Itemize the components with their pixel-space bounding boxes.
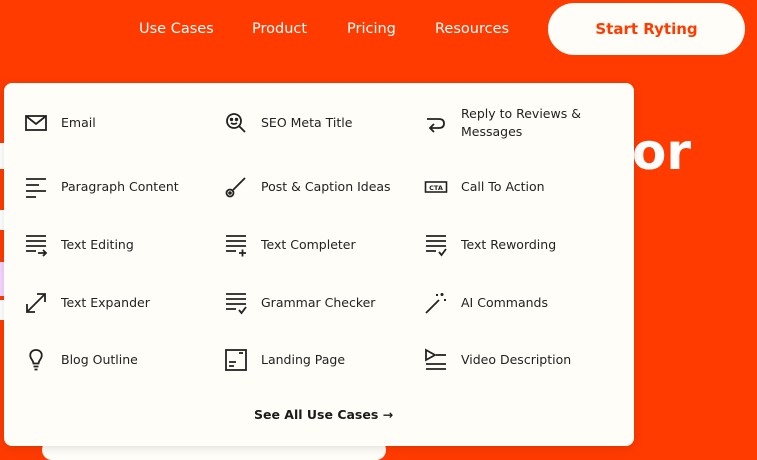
use-case-label: Grammar Checker	[261, 295, 376, 310]
sparkle-wand-icon	[424, 291, 448, 315]
nav-link-pricing[interactable]: Pricing	[347, 20, 396, 38]
use-case-label: Call To Action	[461, 179, 545, 194]
lightbulb-icon	[24, 348, 48, 372]
text-rewording-icon	[424, 233, 448, 257]
use-case-blog-outline[interactable]: Blog Outline	[24, 348, 138, 372]
paragraph-icon	[24, 175, 48, 199]
use-case-label: Video Description	[461, 352, 572, 367]
use-case-text-editing[interactable]: Text Editing	[24, 233, 134, 257]
use-case-video-description[interactable]: Video Description	[424, 348, 571, 372]
use-case-landing-page[interactable]: Landing Page	[224, 348, 345, 372]
use-case-text-rewording[interactable]: Text Rewording	[424, 233, 556, 257]
use-case-call-to-action[interactable]: CTA Call To Action	[424, 175, 545, 199]
video-description-icon	[424, 348, 448, 372]
use-case-text-expander[interactable]: Text Expander	[24, 291, 150, 315]
use-cases-dropdown: Email SEO Meta Title Reply to Reviews & …	[4, 83, 634, 446]
text-completer-icon	[224, 233, 248, 257]
use-case-label: Text Expander	[61, 295, 150, 310]
expand-arrow-icon	[24, 291, 48, 315]
hero-heading-fragment: or	[632, 123, 692, 181]
see-all-use-cases-link[interactable]: See All Use Cases →	[254, 407, 393, 422]
nav-link-resources[interactable]: Resources	[435, 20, 509, 38]
use-case-grammar-checker[interactable]: Grammar Checker	[224, 291, 375, 315]
grammar-check-icon	[224, 291, 248, 315]
use-case-paragraph-content[interactable]: Paragraph Content	[24, 175, 179, 199]
svg-text:CTA: CTA	[429, 184, 443, 192]
nav-link-product[interactable]: Product	[252, 20, 307, 38]
use-case-reply-to-reviews[interactable]: Reply to Reviews & Messages	[424, 105, 611, 141]
landing-page-icon	[224, 348, 248, 372]
use-case-label: Reply to Reviews & Messages	[461, 106, 581, 139]
start-ryting-button[interactable]: Start Ryting	[548, 3, 745, 55]
use-case-label: Blog Outline	[61, 352, 138, 367]
cta-icon: CTA	[424, 175, 448, 199]
use-case-label: Post & Caption Ideas	[261, 179, 391, 194]
use-case-label: Landing Page	[261, 352, 346, 367]
reply-icon	[424, 111, 448, 135]
use-case-text-completer[interactable]: Text Completer	[224, 233, 356, 257]
use-case-label: Text Rewording	[461, 237, 557, 252]
use-case-label: Paragraph Content	[61, 179, 179, 194]
use-case-label: Email	[61, 115, 96, 130]
use-case-post-caption-ideas[interactable]: Post & Caption Ideas	[224, 175, 391, 199]
use-case-label: Text Editing	[61, 237, 134, 252]
magic-wand-icon	[224, 175, 248, 199]
use-case-email[interactable]: Email	[24, 111, 96, 135]
top-nav: Use Cases Product Pricing Resources Star…	[0, 0, 757, 58]
search-face-icon	[224, 111, 248, 135]
text-editing-icon	[24, 233, 48, 257]
use-case-seo-meta-title[interactable]: SEO Meta Title	[224, 111, 352, 135]
use-case-ai-commands[interactable]: AI Commands	[424, 291, 548, 315]
use-case-label: Text Completer	[261, 237, 356, 252]
use-case-label: AI Commands	[461, 295, 548, 310]
mail-icon	[24, 111, 48, 135]
use-case-label: SEO Meta Title	[261, 115, 353, 130]
nav-link-use-cases[interactable]: Use Cases	[139, 20, 214, 38]
